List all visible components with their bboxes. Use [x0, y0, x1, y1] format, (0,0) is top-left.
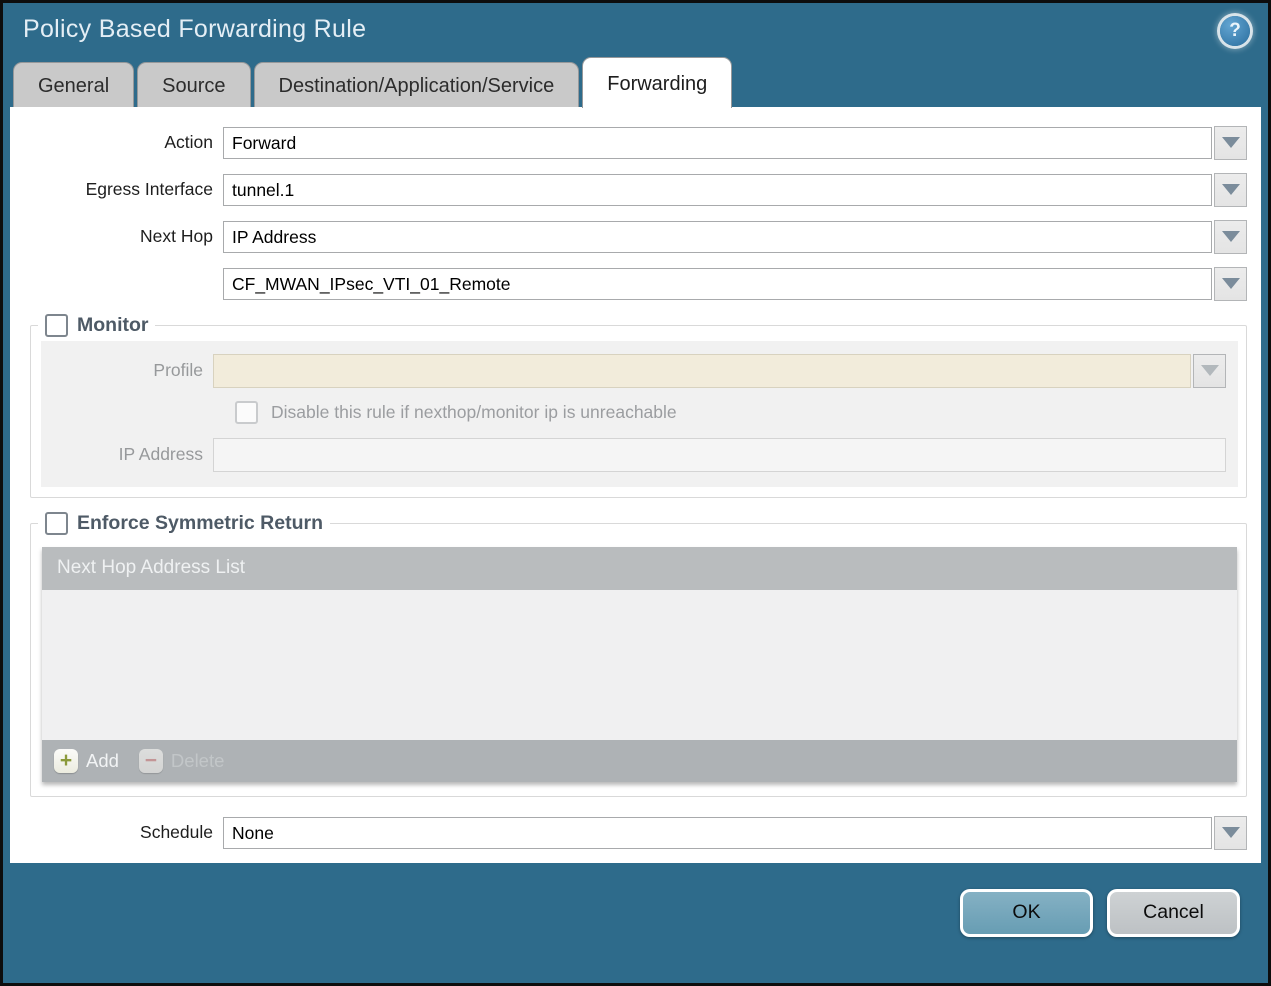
schedule-label: Schedule — [140, 822, 213, 843]
next-hop-address-list-header: Next Hop Address List — [57, 557, 245, 579]
next-hop-address-select[interactable]: CF_MWAN_IPsec_VTI_01_Remote — [223, 267, 1212, 300]
add-button-label: Add — [86, 749, 119, 771]
disable-rule-label: Disable this rule if nexthop/monitor ip … — [271, 401, 677, 422]
chevron-down-icon — [1221, 184, 1240, 196]
monitor-checkbox[interactable] — [45, 313, 68, 337]
action-dropdown-button[interactable] — [1214, 125, 1247, 160]
action-select[interactable]: Forward — [223, 126, 1212, 159]
next-hop-type-select[interactable]: IP Address — [223, 220, 1212, 253]
profile-dropdown-button[interactable] — [1193, 353, 1226, 388]
egress-interface-dropdown-button[interactable] — [1214, 172, 1247, 207]
minus-icon: − — [138, 748, 163, 773]
monitor-group: Monitor Profile Disable this rule if nex… — [30, 313, 1247, 498]
monitor-label: Monitor — [77, 313, 149, 336]
enforce-symmetric-return-legend: Enforce Symmetric Return — [38, 511, 330, 535]
dialog-footer: OK Cancel — [3, 862, 1268, 983]
tab-bar: General Source Destination/Application/S… — [13, 56, 1268, 108]
chevron-down-icon — [1221, 231, 1240, 243]
chevron-down-icon — [1221, 278, 1240, 290]
add-button[interactable]: + Add — [54, 748, 119, 773]
enforce-symmetric-return-group: Enforce Symmetric Return Next Hop Addres… — [30, 511, 1247, 797]
enforce-symmetric-return-label: Enforce Symmetric Return — [77, 511, 323, 534]
next-hop-address-row: CF_MWAN_IPsec_VTI_01_Remote — [10, 266, 1247, 301]
egress-interface-label: Egress Interface — [85, 179, 213, 200]
table-header-row: Next Hop Address List — [42, 546, 1237, 590]
monitor-ip-address-row: IP Address — [41, 437, 1226, 472]
schedule-dropdown-button[interactable] — [1214, 815, 1247, 850]
profile-select[interactable] — [213, 353, 1191, 388]
monitor-ip-address-input[interactable] — [213, 437, 1226, 472]
chevron-down-icon — [1200, 365, 1219, 377]
tab-general[interactable]: General — [13, 61, 135, 107]
action-label: Action — [164, 132, 213, 153]
next-hop-address-dropdown-button[interactable] — [1214, 266, 1247, 301]
chevron-down-icon — [1221, 137, 1240, 149]
tab-source[interactable]: Source — [137, 61, 251, 107]
action-row: Action Forward — [10, 125, 1247, 160]
next-hop-row: Next Hop IP Address — [10, 219, 1247, 254]
plus-icon: + — [54, 748, 78, 773]
next-hop-address-list-table: Next Hop Address List + Add − Delete — [42, 546, 1237, 782]
tab-content-forwarding: Action Forward Egress Interface tunnel.1… — [10, 106, 1261, 863]
next-hop-dropdown-button[interactable] — [1214, 219, 1247, 254]
pbf-rule-dialog: Policy Based Forwarding Rule ? General S… — [0, 0, 1271, 986]
table-toolbar: + Add − Delete — [42, 739, 1237, 782]
monitor-panel: Profile Disable this rule if nexthop/mon… — [41, 340, 1238, 487]
dialog-titlebar: Policy Based Forwarding Rule — [3, 3, 1268, 56]
schedule-select[interactable]: None — [223, 816, 1212, 849]
egress-interface-select[interactable]: tunnel.1 — [223, 173, 1212, 206]
next-hop-label: Next Hop — [140, 226, 213, 247]
disable-rule-row: Disable this rule if nexthop/monitor ip … — [235, 400, 1238, 424]
schedule-row: Schedule None — [10, 815, 1247, 850]
ok-button[interactable]: OK — [960, 888, 1093, 937]
profile-row: Profile — [41, 353, 1226, 388]
delete-button-label: Delete — [170, 749, 225, 771]
cancel-button[interactable]: Cancel — [1107, 888, 1240, 937]
delete-button[interactable]: − Delete — [138, 748, 225, 773]
table-body-empty[interactable] — [42, 589, 1237, 740]
help-icon[interactable]: ? — [1220, 16, 1250, 46]
profile-label: Profile — [153, 360, 203, 381]
monitor-ip-address-label: IP Address — [118, 444, 203, 465]
monitor-legend: Monitor — [38, 313, 155, 337]
disable-rule-checkbox[interactable] — [235, 400, 258, 424]
dialog-title: Policy Based Forwarding Rule — [23, 14, 367, 43]
egress-interface-row: Egress Interface tunnel.1 — [10, 172, 1247, 207]
tab-forwarding[interactable]: Forwarding — [582, 56, 733, 108]
enforce-symmetric-return-checkbox[interactable] — [45, 511, 68, 535]
tab-destination-application-service[interactable]: Destination/Application/Service — [253, 61, 580, 107]
chevron-down-icon — [1221, 827, 1240, 839]
